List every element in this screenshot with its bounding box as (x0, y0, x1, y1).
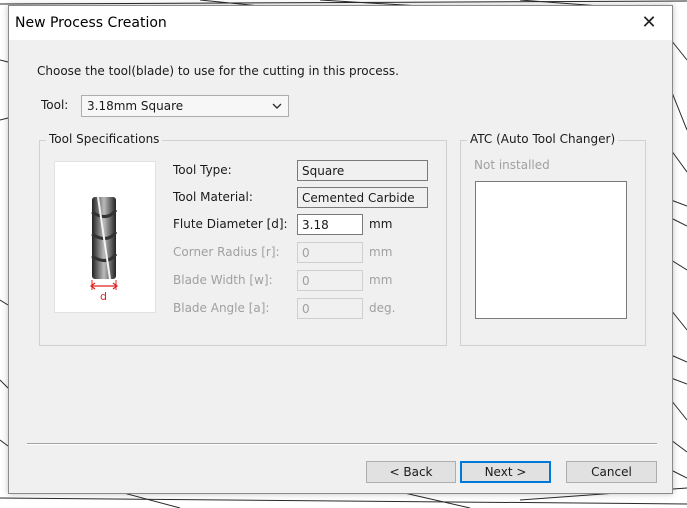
tool-material-field: Cemented Carbide (297, 187, 428, 208)
title-bar: New Process Creation ✕ (9, 6, 672, 40)
dialog-title: New Process Creation (15, 15, 167, 31)
tool-type-value: Square (302, 164, 345, 178)
end-mill-icon: d (90, 196, 118, 303)
blade-width-input: 0 (297, 270, 363, 291)
tool-dropdown[interactable]: 3.18mm Square (81, 95, 289, 117)
corner-radius-label: Corner Radius [r]: (173, 245, 280, 259)
atc-tool-list[interactable] (475, 181, 627, 319)
flute-diameter-input[interactable]: 3.18 (297, 214, 363, 235)
blade-angle-label: Blade Angle [a]: (173, 301, 270, 315)
tool-type-label: Tool Type: (173, 163, 232, 177)
blade-angle-input: 0 (297, 298, 363, 319)
corner-radius-value: 0 (302, 246, 310, 260)
tool-specifications-legend: Tool Specifications (46, 132, 163, 146)
tool-label: Tool: (41, 98, 69, 112)
flute-diameter-value: 3.18 (302, 218, 329, 232)
blade-width-unit: mm (369, 273, 393, 287)
chevron-down-icon (272, 103, 282, 109)
blade-angle-unit: deg. (369, 301, 396, 315)
instruction-text: Choose the tool(blade) to use for the cu… (37, 64, 399, 78)
tool-material-value: Cemented Carbide (302, 191, 415, 205)
blade-width-label: Blade Width [w]: (173, 273, 273, 287)
blade-angle-value: 0 (302, 302, 310, 316)
back-button[interactable]: < Back (366, 461, 456, 483)
corner-radius-unit: mm (369, 245, 393, 259)
atc-legend: ATC (Auto Tool Changer) (467, 132, 619, 146)
flute-diameter-unit: mm (369, 217, 393, 231)
diameter-label: d (100, 290, 107, 303)
cancel-button[interactable]: Cancel (566, 461, 657, 483)
tool-material-label: Tool Material: (173, 190, 253, 204)
footer-separator (27, 443, 657, 445)
atc-status: Not installed (474, 158, 550, 172)
blade-width-value: 0 (302, 274, 310, 288)
tool-illustration: d (54, 161, 156, 313)
tool-dropdown-value: 3.18mm Square (87, 99, 184, 113)
close-icon[interactable]: ✕ (638, 12, 660, 34)
tool-type-field: Square (297, 160, 428, 181)
corner-radius-input: 0 (297, 242, 363, 263)
flute-diameter-label: Flute Diameter [d]: (173, 217, 288, 231)
new-process-dialog: New Process Creation ✕ Choose the tool(b… (8, 5, 673, 494)
next-button[interactable]: Next > (460, 461, 551, 483)
